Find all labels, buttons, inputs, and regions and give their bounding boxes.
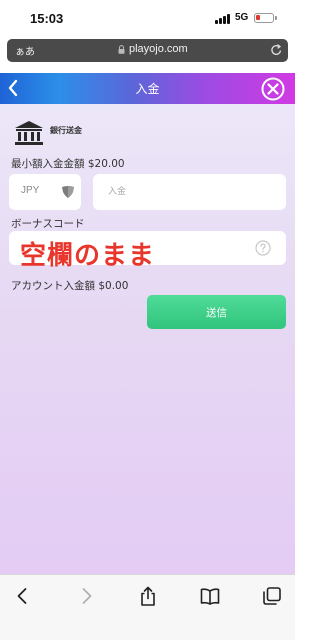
payment-method-label: 銀行送金 xyxy=(50,126,82,135)
app-header: 入金 xyxy=(0,73,295,104)
min-deposit-label: 最小額入金金額 $20.00 xyxy=(11,158,125,170)
signal-icon xyxy=(215,14,231,24)
submit-button[interactable]: 送信 xyxy=(147,295,286,329)
forward-icon[interactable] xyxy=(75,585,97,607)
deposit-panel: 銀行送金 最小額入金金額 $20.00 JPY ボーナスコード 空欄のまま アカ… xyxy=(0,104,295,574)
help-icon[interactable] xyxy=(255,240,271,256)
url-text[interactable]: playojo.com xyxy=(129,43,188,55)
close-icon[interactable] xyxy=(261,77,285,101)
bonus-code-label: ボーナスコード xyxy=(11,218,85,230)
browser-toolbar xyxy=(0,574,295,640)
account-deposit-label: アカウント入金額 $0.00 xyxy=(11,280,129,292)
address-bar[interactable]: ぁあ playojo.com xyxy=(7,39,288,62)
share-icon[interactable] xyxy=(137,585,159,607)
lock-icon xyxy=(118,45,125,54)
page-title: 入金 xyxy=(135,82,160,96)
text-size-button[interactable]: ぁあ xyxy=(15,43,35,58)
annotation-text: 空欄のまま xyxy=(20,241,156,271)
dropdown-shield-icon xyxy=(62,186,74,198)
currency-select[interactable]: JPY xyxy=(9,174,81,210)
currency-value: JPY xyxy=(21,185,40,196)
bookmarks-icon[interactable] xyxy=(199,585,221,607)
tabs-icon[interactable] xyxy=(261,585,283,607)
status-bar: 15:03 5G xyxy=(0,0,295,38)
battery-tip xyxy=(275,16,277,20)
bank-icon xyxy=(15,121,43,145)
network-type: 5G xyxy=(235,12,249,23)
status-time: 15:03 xyxy=(30,11,64,26)
battery-icon xyxy=(254,13,274,23)
back-icon[interactable] xyxy=(12,585,34,607)
deposit-amount-input[interactable] xyxy=(93,174,286,210)
reload-icon[interactable] xyxy=(270,43,283,57)
